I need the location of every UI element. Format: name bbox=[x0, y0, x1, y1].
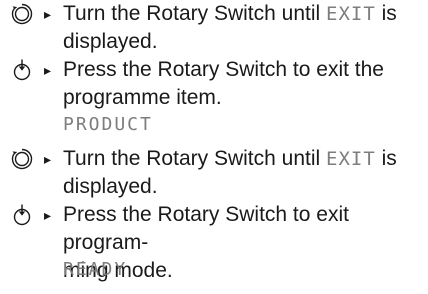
display-result: READY bbox=[63, 259, 128, 280]
step-marker: ▸ bbox=[44, 151, 52, 167]
rotary-turn-icon bbox=[10, 147, 34, 171]
step-marker: ▸ bbox=[44, 207, 52, 223]
display-code: EXIT bbox=[326, 148, 376, 170]
rotary-press-icon bbox=[10, 58, 34, 82]
step-marker: ▸ bbox=[44, 6, 52, 22]
step-text: Turn the Rotary Switch until EXIT is dis… bbox=[63, 2, 397, 53]
step-marker: ▸ bbox=[44, 62, 52, 78]
rotary-turn-icon bbox=[10, 2, 34, 26]
rotary-press-icon bbox=[10, 203, 34, 227]
step-text: Press the Rotary Switch to exit the prog… bbox=[63, 58, 384, 109]
display-code: EXIT bbox=[326, 3, 376, 25]
instruction-steps: ▸ Turn the Rotary Switch until EXIT is d… bbox=[0, 0, 428, 294]
step-text: Turn the Rotary Switch until EXIT is dis… bbox=[63, 147, 397, 198]
display-result: PRODUCT bbox=[63, 114, 153, 135]
